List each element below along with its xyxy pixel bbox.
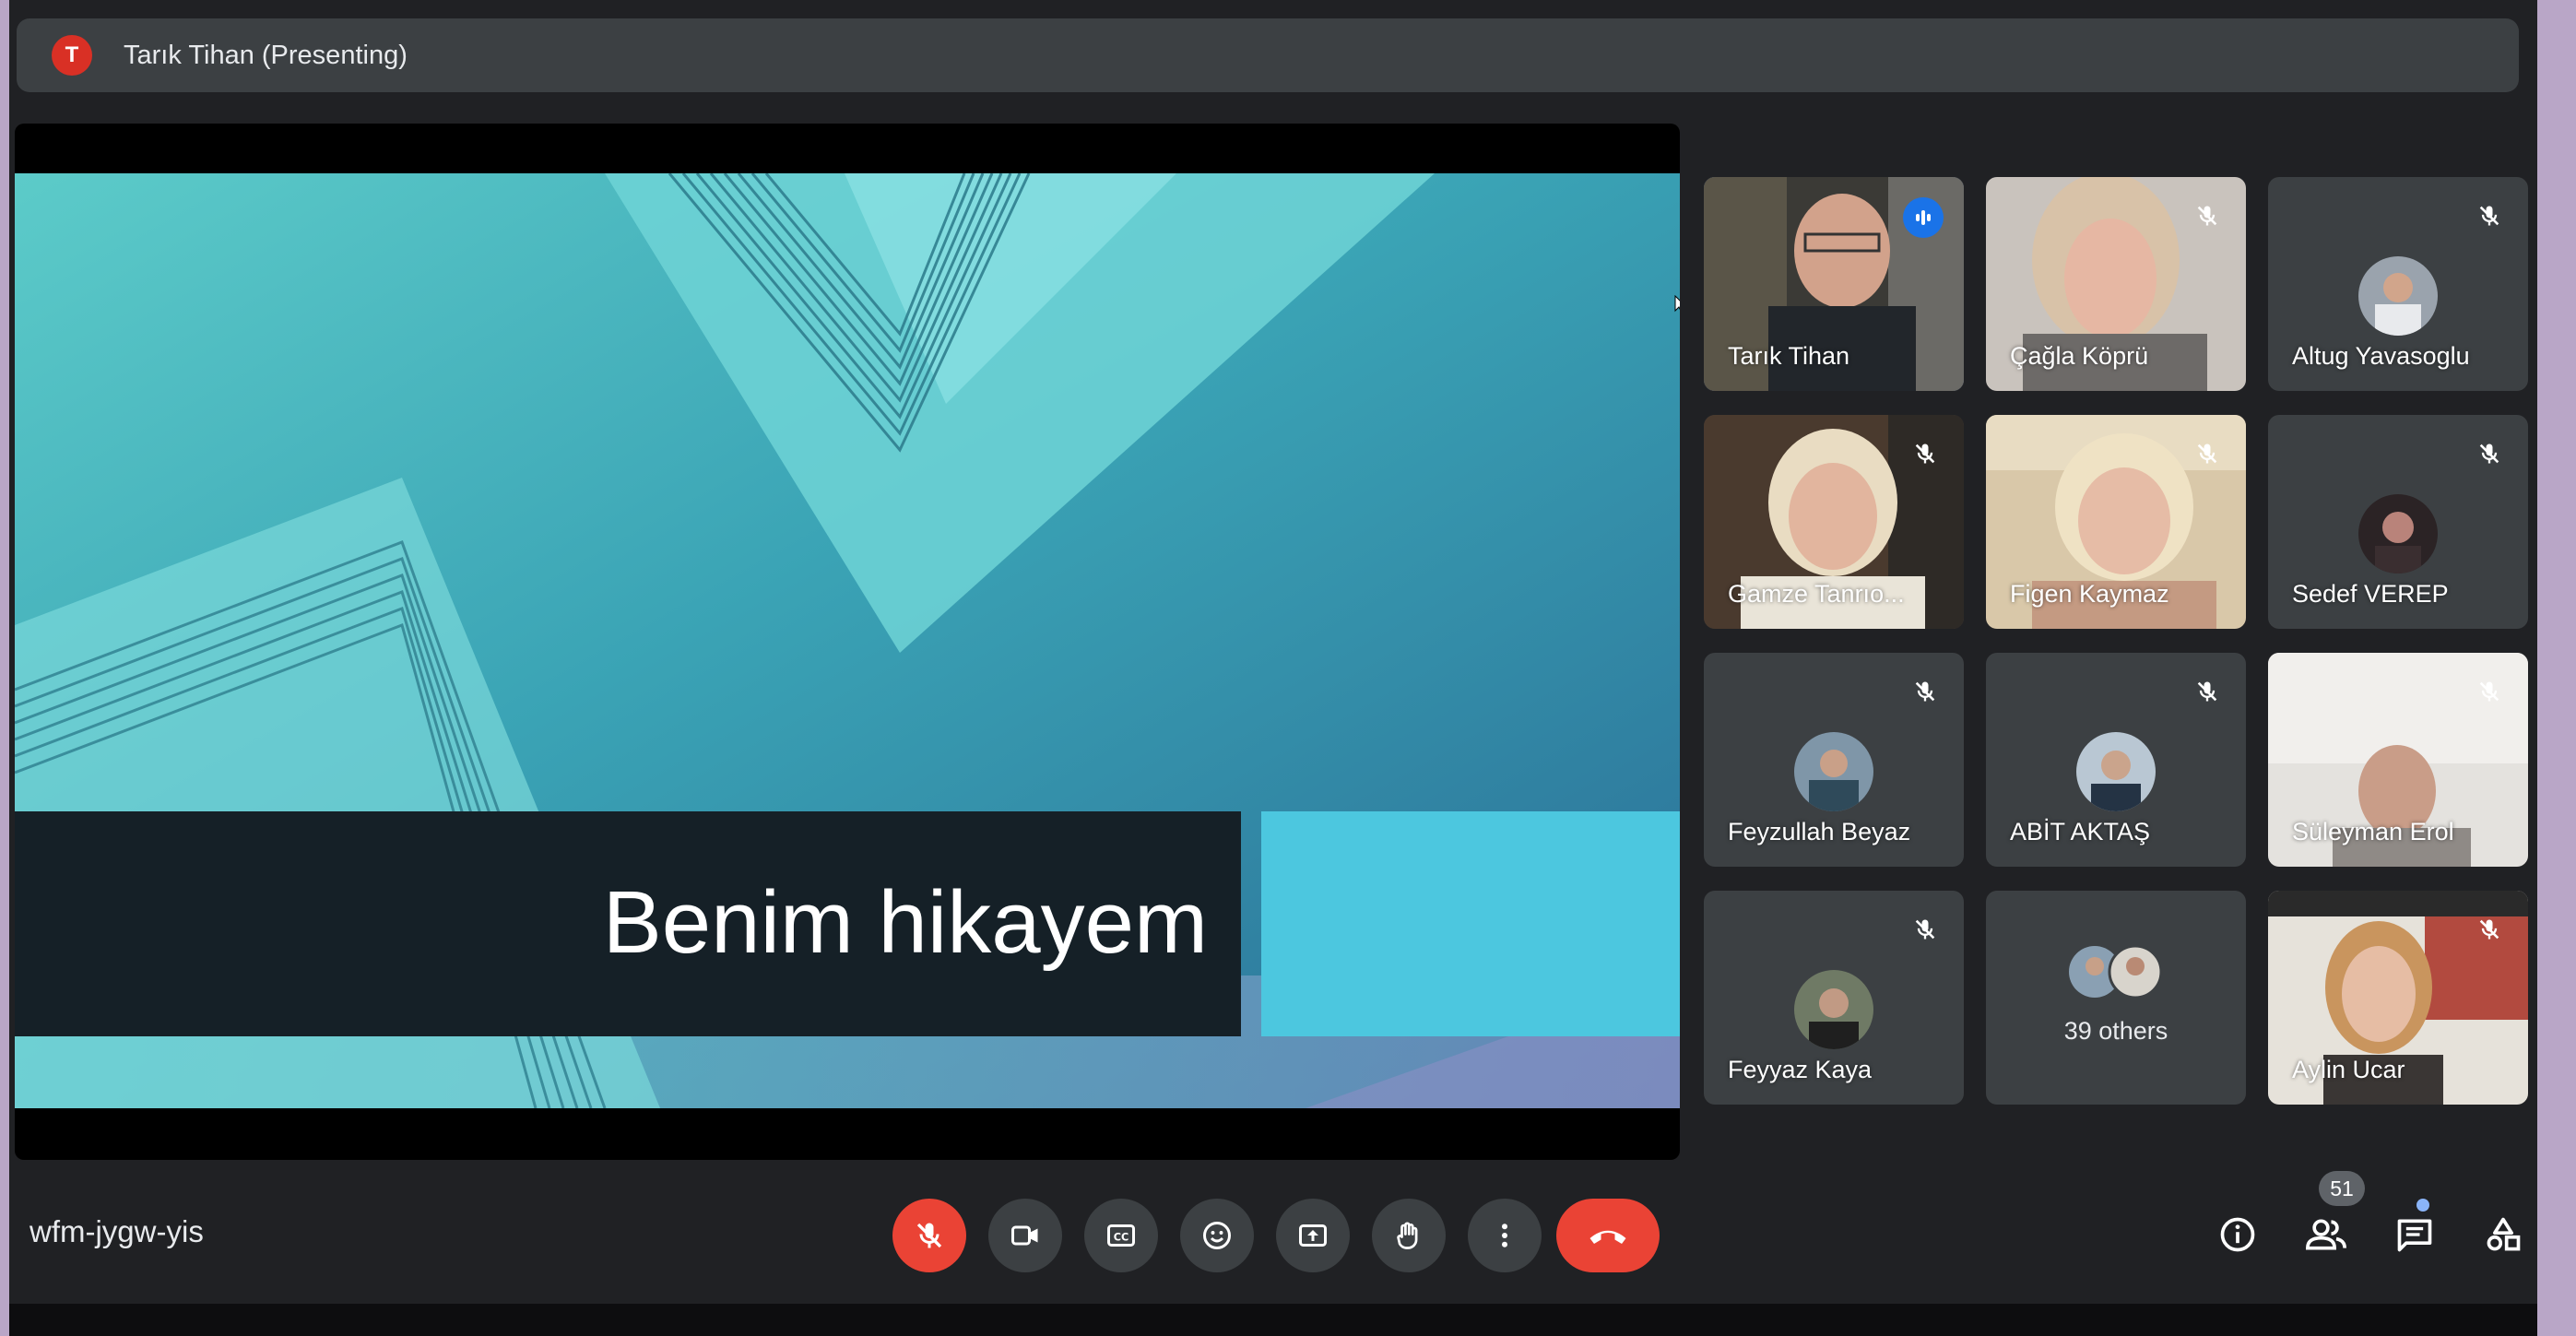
speaking-indicator-icon (1903, 197, 1944, 238)
leave-call-button[interactable] (1556, 1199, 1660, 1272)
participant-count-badge: 51 (2319, 1171, 2365, 1206)
participant-avatar (2076, 732, 2156, 811)
others-count-label: 39 others (2063, 1017, 2168, 1045)
meeting-details-button[interactable] (2205, 1202, 2270, 1267)
participant-avatar (1794, 732, 1873, 811)
participant-avatar (2358, 256, 2438, 336)
reactions-button[interactable] (1180, 1199, 1254, 1272)
captions-icon: CC (1107, 1224, 1135, 1247)
presenting-bar[interactable]: T Tarık Tihan (Presenting) (17, 18, 2519, 92)
participant-name: Süleyman Erol (2292, 818, 2454, 845)
participant-tile[interactable]: Aylin Ucar (2268, 891, 2528, 1105)
raise-hand-button[interactable] (1372, 1199, 1446, 1272)
participant-name: Gamze Tanrıo... (1728, 580, 1905, 608)
mic-off-icon (2189, 673, 2226, 710)
participant-name: Sedef VEREP (2292, 580, 2449, 608)
people-button[interactable] (2294, 1202, 2358, 1267)
presenter-avatar: T (52, 35, 92, 76)
end-call-icon (1589, 1230, 1626, 1244)
mic-off-icon (2471, 673, 2508, 710)
mic-off-icon (2471, 911, 2508, 948)
chat-unread-dot (2416, 1199, 2429, 1212)
participant-avatar (1794, 970, 1873, 1049)
mic-off-icon (1907, 673, 1944, 710)
participant-tile[interactable]: Süleyman Erol (2268, 653, 2528, 867)
participant-name: Figen Kaymaz (2010, 580, 2169, 608)
participant-tile[interactable]: Çağla Köprü (1986, 177, 2246, 391)
svg-text:CC: CC (1114, 1231, 1129, 1243)
participant-tile[interactable]: Figen Kaymaz (1986, 415, 2246, 629)
participant-tile[interactable]: Tarık Tihan (1704, 177, 1964, 391)
participant-name: Feyzullah Beyaz (1728, 818, 1911, 845)
present-screen-icon (1299, 1224, 1327, 1247)
mic-off-icon (2471, 197, 2508, 234)
presentation-slide: Benim hikayem (15, 173, 1680, 1108)
mic-off-icon (2189, 435, 2226, 472)
participant-name: Altug Yavasoglu (2292, 342, 2470, 370)
participant-tile[interactable]: Feyzullah Beyaz (1704, 653, 1964, 867)
emoji-icon (1203, 1222, 1231, 1249)
slide-accent-block (1261, 811, 1680, 1036)
mic-off-icon (916, 1223, 942, 1248)
presentation-area[interactable]: Benim hikayem (15, 124, 1680, 1160)
participant-name: Çağla Köprü (2010, 342, 2149, 370)
participant-tile[interactable]: Altug Yavasoglu (2268, 177, 2528, 391)
desktop-strip (9, 1304, 2537, 1336)
mic-off-icon (2189, 197, 2226, 234)
mic-off-icon (1907, 435, 1944, 472)
participant-name: Feyyaz Kaya (1728, 1056, 1873, 1083)
mouse-cursor-icon (1674, 295, 1680, 313)
participant-name: Tarık Tihan (1728, 342, 1850, 370)
chat-icon (2397, 1219, 2432, 1252)
participant-name: ABİT AKTAŞ (2010, 818, 2151, 845)
microphone-toggle-button[interactable] (892, 1199, 966, 1272)
present-now-button[interactable] (1276, 1199, 1350, 1272)
slide-title-band: Benim hikayem (15, 811, 1241, 1036)
participant-tile[interactable]: ABİT AKTAŞ (1986, 653, 2246, 867)
people-icon (2305, 1219, 2346, 1250)
camera-icon (1011, 1225, 1038, 1246)
slide-title: Benim hikayem (602, 873, 1208, 972)
participant-tile[interactable]: Gamze Tanrıo... (1704, 415, 1964, 629)
captions-button[interactable]: CC (1084, 1199, 1158, 1272)
info-icon (2220, 1217, 2255, 1252)
others-avatars (2067, 944, 2165, 999)
more-vert-icon (1502, 1224, 1507, 1247)
mic-off-icon (2471, 435, 2508, 472)
participant-avatar (2358, 494, 2438, 573)
participant-tile[interactable]: Sedef VEREP (2268, 415, 2528, 629)
others-tile[interactable]: 39 others (1986, 891, 2246, 1105)
activities-icon (2487, 1217, 2521, 1251)
activities-button[interactable] (2471, 1202, 2535, 1267)
mic-off-icon (1907, 911, 1944, 948)
camera-toggle-button[interactable] (988, 1199, 1062, 1272)
chat-button[interactable] (2382, 1202, 2447, 1267)
participant-tile[interactable]: Feyyaz Kaya (1704, 891, 1964, 1105)
participant-name: Aylin Ucar (2292, 1056, 2405, 1083)
hand-icon (1397, 1222, 1418, 1249)
presenting-label: Tarık Tihan (Presenting) (124, 41, 408, 70)
meeting-code: wfm-jygw-yis (30, 1214, 204, 1248)
meet-window: T Tarık Tihan (Presenting) Benim hikayem… (9, 0, 2537, 1336)
more-options-button[interactable] (1468, 1199, 1542, 1272)
